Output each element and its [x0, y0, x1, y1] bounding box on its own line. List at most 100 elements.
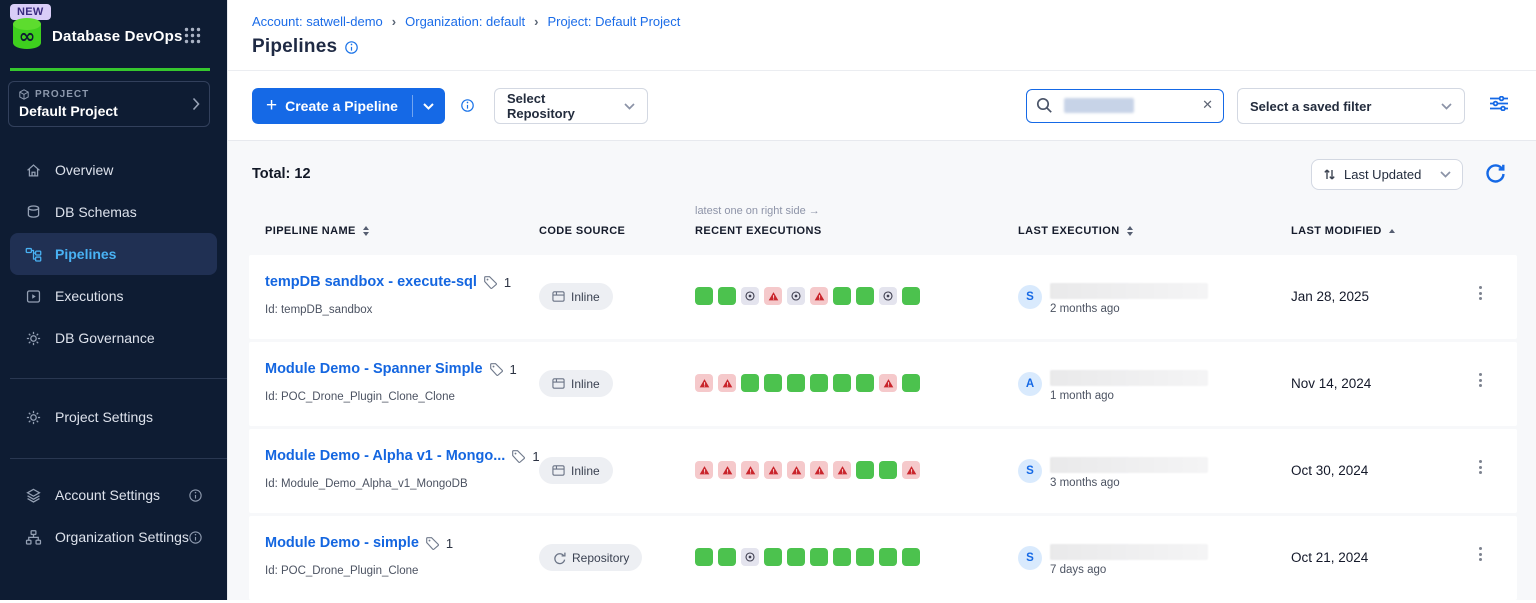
select-repository-dropdown[interactable]: Select Repository: [494, 88, 648, 124]
execution-status-neutral[interactable]: [879, 287, 897, 305]
sidebar-item-overview[interactable]: Overview: [0, 149, 227, 191]
sidebar-item-label: Account Settings: [55, 487, 160, 503]
execution-status-error[interactable]: [764, 461, 782, 479]
execution-status-success[interactable]: [879, 461, 897, 479]
execution-status-success[interactable]: [856, 374, 874, 392]
avatar[interactable]: S: [1018, 285, 1042, 309]
execution-status-success[interactable]: [856, 287, 874, 305]
tag-icon: [489, 362, 504, 377]
avatar[interactable]: S: [1018, 459, 1042, 483]
sidebar-item-executions[interactable]: Executions: [0, 275, 227, 317]
sidebar-item-account-settings[interactable]: Account Settings: [0, 474, 227, 516]
create-pipeline-label: Create a Pipeline: [285, 98, 398, 114]
sidebar-item-db-schemas[interactable]: DB Schemas: [0, 191, 227, 233]
sort-caret-up-icon[interactable]: [1389, 229, 1395, 233]
execution-status-error[interactable]: [787, 461, 805, 479]
execution-status-success[interactable]: [718, 548, 736, 566]
search-input[interactable]: ✕: [1026, 89, 1224, 123]
execution-status-neutral[interactable]: [741, 287, 759, 305]
column-header-pipeline-name: PIPELINE NAME: [265, 225, 356, 237]
execution-status-error[interactable]: [695, 461, 713, 479]
breadcrumb-project-link[interactable]: Project: Default Project: [547, 14, 680, 29]
pipeline-name-link[interactable]: tempDB sandbox - execute-sql: [265, 274, 477, 290]
sidebar-item-pipelines[interactable]: Pipelines: [10, 233, 217, 275]
execution-status-success[interactable]: [787, 548, 805, 566]
main-content: Account: satwell-demo › Organization: de…: [227, 0, 1536, 600]
saved-filter-dropdown[interactable]: Select a saved filter: [1237, 88, 1465, 124]
execution-status-success[interactable]: [879, 548, 897, 566]
sidebar-divider: [10, 378, 227, 379]
pipeline-name-link[interactable]: Module Demo - Spanner Simple: [265, 361, 483, 377]
warning-triangle-icon: [768, 291, 779, 302]
execution-time-ago: 1 month ago: [1050, 390, 1114, 402]
execution-status-error[interactable]: [718, 461, 736, 479]
execution-status-error[interactable]: [833, 461, 851, 479]
apps-grid-icon[interactable]: [184, 27, 201, 44]
info-icon[interactable]: [188, 530, 203, 545]
column-header-last-modified: LAST MODIFIED: [1291, 225, 1382, 237]
execution-status-error[interactable]: [695, 374, 713, 392]
execution-status-success[interactable]: [833, 287, 851, 305]
row-menu-button[interactable]: [1475, 545, 1486, 563]
info-icon[interactable]: [188, 488, 203, 503]
create-pipeline-dropdown-button[interactable]: [413, 88, 445, 124]
clear-search-icon[interactable]: ✕: [1202, 97, 1213, 113]
execution-status-success[interactable]: [810, 548, 828, 566]
execution-status-success[interactable]: [787, 374, 805, 392]
execution-status-error[interactable]: [810, 461, 828, 479]
inline-source-icon: [552, 464, 565, 477]
execution-status-neutral[interactable]: [787, 287, 805, 305]
sidebar-item-organization-settings[interactable]: Organization Settings: [0, 516, 227, 558]
info-icon[interactable]: [460, 98, 475, 113]
breadcrumb-organization-link[interactable]: Organization: default: [405, 14, 525, 29]
execution-status-success[interactable]: [833, 374, 851, 392]
avatar[interactable]: S: [1018, 546, 1042, 570]
execution-status-error[interactable]: [718, 374, 736, 392]
total-count: Total: 12: [252, 166, 311, 182]
warning-triangle-icon: [791, 465, 802, 476]
execution-status-success[interactable]: [856, 548, 874, 566]
warning-triangle-icon: [814, 465, 825, 476]
sidebar-item-db-governance[interactable]: DB Governance: [0, 317, 227, 359]
breadcrumb-account-link[interactable]: Account: satwell-demo: [252, 14, 383, 29]
pipeline-name-link[interactable]: Module Demo - Alpha v1 - Mongo...: [265, 448, 505, 464]
row-menu-button[interactable]: [1475, 458, 1486, 476]
filter-sliders-icon[interactable]: [1490, 96, 1508, 111]
row-menu-button[interactable]: [1475, 284, 1486, 302]
execution-status-success[interactable]: [741, 374, 759, 392]
breadcrumb-separator: ›: [392, 14, 396, 29]
breadcrumb: Account: satwell-demo › Organization: de…: [252, 14, 680, 29]
execution-status-success[interactable]: [764, 548, 782, 566]
execution-status-success[interactable]: [764, 374, 782, 392]
execution-status-success[interactable]: [856, 461, 874, 479]
execution-status-error[interactable]: [741, 461, 759, 479]
execution-status-success[interactable]: [695, 287, 713, 305]
avatar[interactable]: A: [1018, 372, 1042, 396]
execution-status-error[interactable]: [879, 374, 897, 392]
table-header: latest one on right side → PIPELINE NAME…: [249, 199, 1517, 255]
sort-dropdown[interactable]: Last Updated: [1311, 159, 1463, 190]
execution-status-error[interactable]: [902, 461, 920, 479]
create-pipeline-button[interactable]: + Create a Pipeline: [252, 88, 445, 124]
sort-carets-icon[interactable]: [363, 226, 369, 236]
tag-icon: [483, 275, 498, 290]
sort-carets-icon[interactable]: [1127, 226, 1133, 236]
refresh-icon[interactable]: [1485, 163, 1506, 184]
execution-status-success[interactable]: [810, 374, 828, 392]
execution-status-success[interactable]: [833, 548, 851, 566]
execution-status-success[interactable]: [695, 548, 713, 566]
redacted-username: [1050, 283, 1208, 299]
execution-status-success[interactable]: [902, 374, 920, 392]
execution-time-ago: 3 months ago: [1050, 477, 1120, 489]
sidebar-item-project-settings[interactable]: Project Settings: [0, 396, 227, 438]
project-selector[interactable]: PROJECT Default Project: [8, 81, 210, 127]
row-menu-button[interactable]: [1475, 371, 1486, 389]
execution-status-success[interactable]: [902, 548, 920, 566]
execution-status-success[interactable]: [902, 287, 920, 305]
execution-status-error[interactable]: [764, 287, 782, 305]
execution-status-error[interactable]: [810, 287, 828, 305]
pipeline-name-link[interactable]: Module Demo - simple: [265, 535, 419, 551]
info-icon[interactable]: [344, 40, 359, 55]
execution-status-neutral[interactable]: [741, 548, 759, 566]
execution-status-success[interactable]: [718, 287, 736, 305]
